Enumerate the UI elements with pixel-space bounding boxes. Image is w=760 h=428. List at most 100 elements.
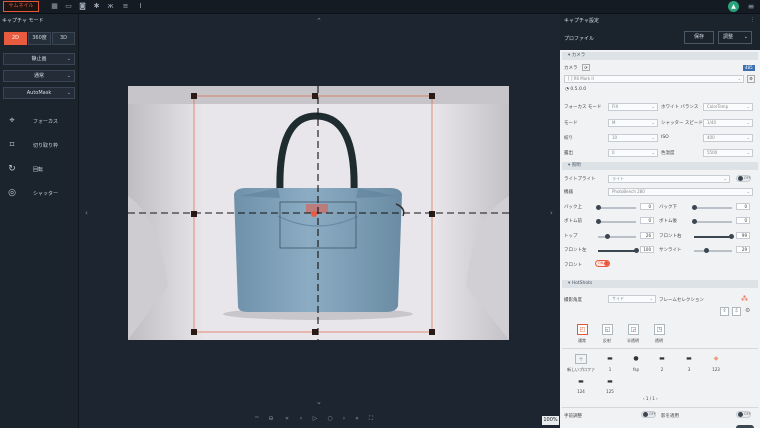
angle-select[interactable]: サイド ⌄ <box>608 295 656 303</box>
rotate-tool[interactable]: ↻ 回転 <box>6 163 76 175</box>
camera-icon[interactable]: ◙ <box>78 2 87 11</box>
butterfly-icon[interactable]: ж <box>106 2 115 11</box>
slider-value[interactable]: 0 <box>640 217 654 224</box>
back-bottom-slider[interactable] <box>694 207 732 209</box>
light-toggle[interactable]: OFF <box>736 175 751 182</box>
play-icon[interactable]: ▷ <box>310 415 320 422</box>
zoom-level[interactable]: 100% <box>542 416 559 425</box>
import-icon[interactable]: ⇩ <box>732 307 741 316</box>
hotshots-section-header[interactable]: ▾ HotShots <box>562 280 758 288</box>
camera-model-select[interactable]: [ ] R6 Mark II ⌄ <box>564 75 744 83</box>
save-button[interactable]: 保存 <box>684 31 714 44</box>
shoe-icon[interactable]: ▬ <box>575 377 587 387</box>
aperture-select[interactable]: 10 ⌄ <box>608 134 658 142</box>
slider-knob[interactable] <box>729 234 734 239</box>
shoe-icon[interactable]: ▬ <box>683 354 695 364</box>
export-icon[interactable]: ⇪ <box>720 307 729 316</box>
shutter-tool[interactable]: ◎ シャッター <box>6 187 76 199</box>
slider-knob[interactable] <box>596 219 601 224</box>
live-view-canvas[interactable] <box>128 86 509 340</box>
settings-icon[interactable]: ✱ <box>92 2 101 11</box>
next-frame-icon[interactable]: › <box>339 415 349 422</box>
slider-knob[interactable] <box>692 219 697 224</box>
mode-translucent-icon[interactable]: ◲ <box>628 324 639 335</box>
text-cursor-icon[interactable]: Ι <box>136 2 145 11</box>
menu-icon[interactable]: ≡ <box>746 2 756 12</box>
top-slider[interactable] <box>598 236 636 238</box>
device-select[interactable]: PhotoBench 280 ⌄ <box>608 188 753 196</box>
focus-mode-select[interactable]: FIX ⌄ <box>608 103 658 111</box>
user-avatar[interactable]: ▲ <box>728 1 739 12</box>
select-value: AutoMask <box>26 90 52 96</box>
capture-type-select[interactable]: 静止画 ⌄ <box>3 53 75 65</box>
mode-3d-button[interactable]: 3D <box>52 32 75 45</box>
mode-select[interactable]: M ⌄ <box>608 119 658 127</box>
cake-icon[interactable]: ● <box>630 354 642 364</box>
shoe-icon[interactable]: ▬ <box>604 377 616 387</box>
front-right-slider[interactable] <box>694 236 732 238</box>
light-select[interactable]: ライト ⌄ <box>608 175 730 183</box>
slider-value[interactable]: 26 <box>640 232 654 239</box>
collapse-top-icon[interactable]: ⌃ <box>316 17 322 25</box>
capture-style-select[interactable]: 通常 ⌄ <box>3 70 75 82</box>
white-balance-select[interactable]: ColorTemp ⌄ <box>703 103 753 111</box>
bottom-front-slider[interactable] <box>598 221 636 223</box>
add-preset-icon[interactable]: + <box>575 354 587 364</box>
mode-transparent-icon[interactable]: ◳ <box>654 324 665 335</box>
stop-icon[interactable]: ○ <box>325 415 335 422</box>
slider-knob[interactable] <box>704 248 709 253</box>
adjust-dropdown[interactable]: 調整 ⌄ <box>718 31 752 44</box>
prev-arrow-icon[interactable]: ‹ <box>85 209 88 217</box>
mode-normal-icon[interactable]: ◰ <box>577 324 588 335</box>
fit-screen-icon[interactable]: ⛶ <box>366 415 376 423</box>
shadow-toggle[interactable]: OFF <box>736 411 751 418</box>
focus-tool[interactable]: ⌖ フォーカス <box>6 115 76 127</box>
grid-icon[interactable]: ▦ <box>50 2 59 11</box>
front-adjust-toggle[interactable]: OFF <box>641 411 656 418</box>
bottle-icon[interactable]: ◆ <box>710 354 722 364</box>
mask-select[interactable]: AutoMask ⌄ <box>3 87 75 99</box>
prev-frame-icon[interactable]: ‹ <box>296 415 306 422</box>
last-frame-icon[interactable]: » <box>352 415 362 422</box>
slider-value[interactable]: 29 <box>736 246 750 253</box>
mode-reflect-icon[interactable]: ◱ <box>602 324 613 335</box>
mode-360-button[interactable]: 360度 <box>28 32 51 45</box>
shoe-icon[interactable]: ▬ <box>656 354 668 364</box>
next-arrow-icon[interactable]: › <box>550 209 553 217</box>
slider-value[interactable]: 0 <box>640 203 654 210</box>
front-toggle[interactable]: ON <box>595 260 610 267</box>
sunlight-slider[interactable] <box>694 250 732 252</box>
camera-settings-icon[interactable]: ⚙ <box>747 75 755 83</box>
thumbnail-tab[interactable]: サムネイル <box>3 1 39 12</box>
slider-knob[interactable] <box>596 205 601 210</box>
collapse-bottom-icon[interactable]: ⌄ <box>316 398 322 406</box>
slider-label: ボトム後 <box>659 219 677 224</box>
slider-value[interactable]: 99 <box>736 232 750 239</box>
bottom-back-slider[interactable] <box>694 221 732 223</box>
front-left-slider[interactable] <box>598 250 636 252</box>
color-temp-select[interactable]: 5500 ⌄ <box>703 149 753 157</box>
first-frame-icon[interactable]: « <box>282 415 292 422</box>
slider-value[interactable]: 0 <box>736 217 750 224</box>
panel-menu-icon[interactable]: ⋮ <box>750 17 755 23</box>
crop-tool[interactable]: ⌗ 切り取り枠 <box>6 139 76 151</box>
sliders-icon[interactable]: ≡ <box>121 2 130 11</box>
iso-select[interactable]: 400 ⌄ <box>703 134 753 142</box>
mode-2d-button[interactable]: 2D <box>4 32 27 45</box>
zoom-out-icon[interactable]: ⊖ <box>266 415 276 422</box>
slider-value[interactable]: 0 <box>736 203 750 210</box>
slider-knob[interactable] <box>605 234 610 239</box>
camera-refresh-icon[interactable]: ⟳ <box>582 64 590 71</box>
shoe-icon[interactable]: ▬ <box>604 354 616 364</box>
slider-value[interactable]: 100 <box>640 246 654 253</box>
slider-knob[interactable] <box>634 248 639 253</box>
shutter-speed-select[interactable]: 1/40 ⌄ <box>703 119 753 127</box>
camera-section-header[interactable]: ▾ カメラ <box>562 52 758 60</box>
lighting-section-header[interactable]: ▾ 照明 <box>562 162 758 170</box>
back-top-slider[interactable] <box>598 207 636 209</box>
slider-knob[interactable] <box>692 205 697 210</box>
frame-select-icon[interactable]: ⁂ <box>741 295 748 303</box>
settings-icon[interactable]: ⚙ <box>745 307 750 314</box>
image-icon[interactable]: ▭ <box>64 2 73 11</box>
exposure-select[interactable]: 0 ⌄ <box>608 149 658 157</box>
